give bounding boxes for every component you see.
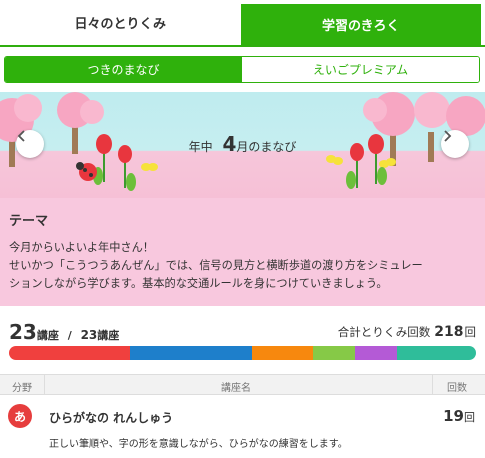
tab-learning-record[interactable]: 学習のきろく [240, 4, 481, 45]
top-tab-bar: 日々のとりくみ 学習のきろく [0, 0, 485, 47]
month-banner: 年中 4月のまなび [0, 92, 485, 198]
sub-tab-bar: つきのまなび えいごプレミアム [4, 56, 480, 83]
course-count-unit: 回 [464, 411, 475, 424]
summary-bar: 23講座 / 23講座 合計とりくみ回数 218回 [9, 320, 476, 344]
chevron-left-icon [17, 130, 25, 142]
course-description: 正しい筆順や、字の形を意識しながら、ひらがなの練習をします。 [49, 439, 348, 450]
theme-text-line: せいかつ「こうつうあんぜん」では、信号の見方と横断歩道の渡り方をシミュレー [9, 259, 423, 272]
banner-grade: 年中 [188, 140, 213, 154]
course-count: 19回 [443, 407, 475, 425]
banner-title: 年中 4月のまなび [0, 132, 485, 156]
total-attempts-value: 218 [434, 324, 464, 340]
course-title: ひらがなの れんしゅう [49, 411, 174, 425]
course-count-value: 19 [443, 407, 464, 425]
tab-daily-activities[interactable]: 日々のとりくみ [0, 0, 241, 45]
lessons-separator: / [67, 329, 72, 342]
progress-segment [130, 346, 252, 360]
header-field: 分野 [12, 383, 32, 394]
category-progress-bar [9, 346, 476, 360]
subtab-monthly-learning[interactable]: つきのまなび [5, 57, 242, 82]
total-attempts-label: 合計とりくみ回数 [337, 325, 431, 339]
table-row[interactable]: あ ひらがなの れんしゅう 19回 正しい筆順や、字の形を意識しながら、ひらがな… [0, 395, 485, 458]
progress-segment [251, 346, 313, 360]
theme-section: テーマ 今月からいよいよ年中さん！ せいかつ「こうつうあんぜん」では、信号の見方… [0, 198, 485, 306]
theme-text-line: ションしながら学びます。基本的な交通ルールを身につけていきましょう。 [9, 277, 388, 290]
header-count: 回数 [447, 383, 467, 394]
table-header: 分野 講座名 回数 [0, 374, 485, 395]
theme-heading: テーマ [9, 214, 49, 229]
lessons-unit: 講座 [36, 329, 59, 342]
lessons-total: 23 [80, 328, 98, 342]
prev-month-button[interactable] [16, 130, 44, 158]
lessons-done: 23 [9, 320, 37, 344]
total-attempts: 合計とりくみ回数 218回 [338, 324, 476, 340]
next-month-button[interactable] [441, 130, 469, 158]
chevron-right-icon [444, 130, 452, 142]
lesson-count: 23講座 / 23講座 [9, 320, 119, 344]
progress-segment [354, 346, 397, 360]
header-course: 講座名 [221, 383, 251, 394]
lessons-total-unit: 講座 [97, 329, 120, 342]
progress-segment [9, 346, 131, 360]
subtab-english-premium[interactable]: えいごプレミアム [242, 57, 479, 82]
banner-month-suffix: 月のまなび [236, 140, 297, 154]
hiragana-icon: あ [8, 404, 32, 428]
progress-segment [312, 346, 355, 360]
total-attempts-unit: 回 [464, 325, 477, 339]
theme-text-line: 今月からいよいよ年中さん！ [9, 241, 154, 254]
banner-month-number: 4 [222, 132, 237, 156]
progress-segment [396, 346, 476, 360]
